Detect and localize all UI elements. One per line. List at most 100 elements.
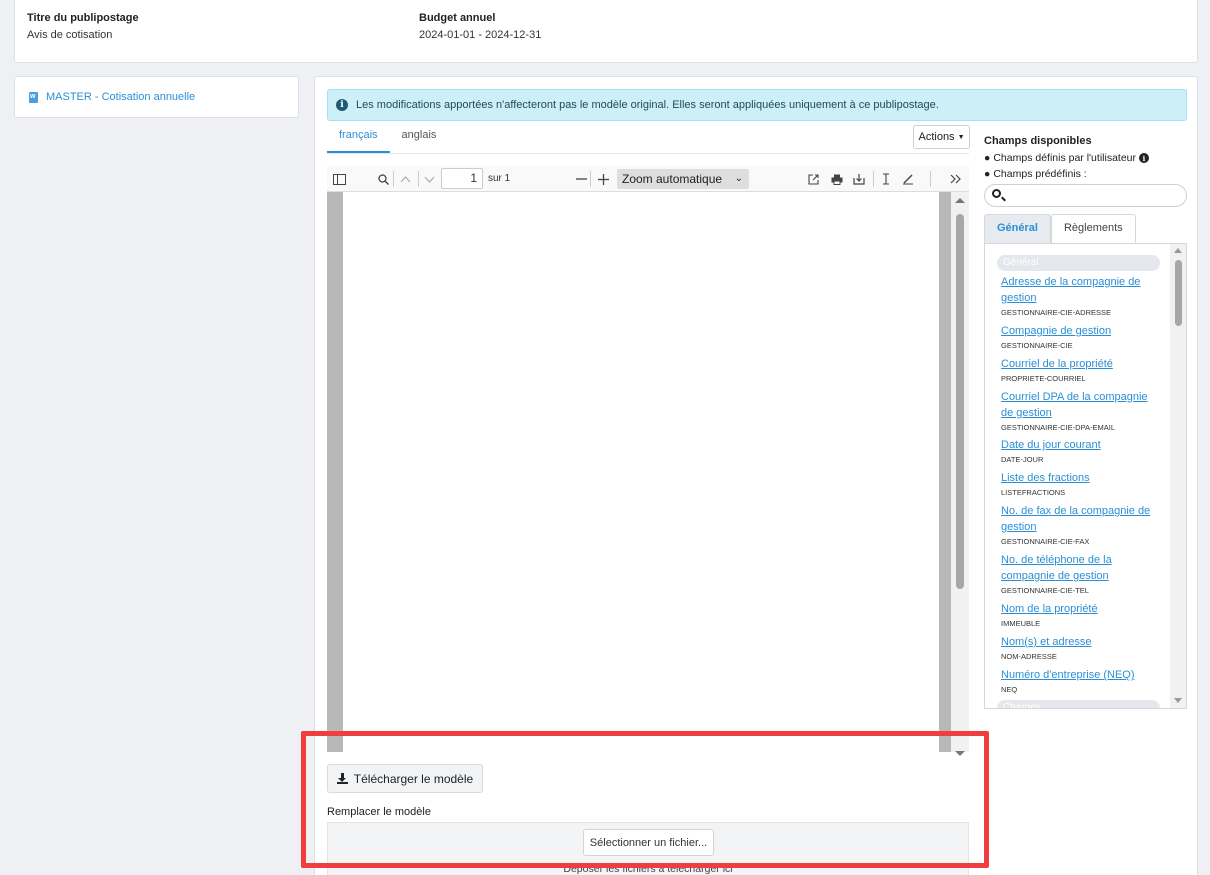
open-external-icon[interactable] [803, 169, 823, 189]
actions-dropdown-button[interactable]: Actions ▼ [913, 125, 970, 149]
save-download-icon[interactable] [849, 169, 869, 189]
legend-predefined-label: Champs prédéfinis : [993, 168, 1087, 180]
group-header-next: Charges [997, 700, 1160, 708]
toolbar-separator [930, 171, 931, 187]
fields-list-scrollbar-thumb[interactable] [1175, 260, 1182, 326]
bullet: ● [984, 152, 991, 164]
previous-page-icon[interactable] [395, 169, 415, 189]
field-link[interactable]: Liste des fractions [1001, 470, 1161, 486]
legend-user-defined: ● Champs définis par l'utilisateur i [984, 152, 1149, 164]
legend-predefined: ● Champs prédéfinis : [984, 168, 1087, 180]
budget-label: Budget annuel [419, 12, 496, 24]
field-link[interactable]: Adresse de la compagnie de gestion [1001, 274, 1161, 306]
fields-list: Général Adresse de la compagnie de gesti… [984, 243, 1187, 709]
search-icon [992, 189, 1001, 198]
alert-text: Les modifications apportées n'affecteron… [356, 99, 939, 111]
budget-value: 2024-01-01 - 2024-12-31 [419, 29, 542, 41]
title-value: Avis de cotisation [27, 29, 113, 41]
toolbar-separator [873, 171, 874, 187]
field-link[interactable]: Courriel DPA de la compagnie de gestion [1001, 389, 1161, 421]
field-code: GESTIONNAIRE-CIE-ADRESSE [1001, 308, 1112, 317]
list-item: Nom(s) et adresse NOM-ADRESSE [1001, 634, 1161, 661]
pdf-viewer-area [327, 192, 969, 756]
list-item: Liste des fractions LISTEFRACTIONS [1001, 470, 1161, 497]
legend-user-label: Champs définis par l'utilisateur [993, 152, 1136, 164]
sidebar-toggle-icon[interactable] [329, 169, 349, 189]
list-item: Numéro d'entreprise (NEQ) NEQ [1001, 667, 1161, 694]
list-item: Courriel DPA de la compagnie de gestion … [1001, 389, 1161, 432]
field-code: DATE-JOUR [1001, 455, 1044, 464]
template-item-master[interactable]: MASTER - Cotisation annuelle [29, 91, 195, 103]
tab-reglements[interactable]: Règlements [1050, 214, 1136, 243]
list-item: Adresse de la compagnie de gestion GESTI… [1001, 274, 1161, 317]
fields-panel-title: Champs disponibles [984, 135, 1092, 147]
tab-anglais[interactable]: anglais [390, 124, 449, 153]
group-header-general: Général [997, 255, 1160, 271]
field-link[interactable]: Nom de la propriété [1001, 601, 1161, 617]
fields-list-scrollbar[interactable] [1170, 244, 1186, 708]
list-item: Courriel de la propriété PROPRIETE-COURR… [1001, 356, 1161, 383]
chevron-down-icon: ⌄ [734, 173, 743, 184]
field-code: GESTIONNAIRE-CIE-FAX [1001, 537, 1090, 546]
field-link[interactable]: Nom(s) et adresse [1001, 634, 1161, 650]
field-code: GESTIONNAIRE-CIE [1001, 341, 1073, 350]
tab-general[interactable]: Général [984, 214, 1051, 243]
info-icon: i [336, 99, 348, 111]
pdf-scrollbar[interactable] [951, 192, 969, 756]
scroll-down-arrow-icon[interactable] [1174, 698, 1182, 703]
language-tabs: français anglais [327, 124, 969, 154]
field-code: NOM-ADRESSE [1001, 652, 1057, 661]
highlight-box [301, 731, 989, 868]
field-code: GESTIONNAIRE-CIE-TEL [1001, 586, 1089, 595]
word-document-icon [29, 91, 38, 103]
field-code: PROPRIETE-COURRIEL [1001, 374, 1086, 383]
title-field: Titre du publipostage Avis de cotisation [27, 12, 139, 41]
zoom-out-icon[interactable] [571, 169, 591, 189]
page-number-input[interactable]: 1 [441, 168, 483, 189]
field-link[interactable]: Courriel de la propriété [1001, 356, 1161, 372]
zoom-select[interactable]: Zoom automatique ⌄ [617, 169, 749, 189]
list-item: Compagnie de gestion GESTIONNAIRE-CIE [1001, 323, 1161, 350]
field-link[interactable]: No. de téléphone de la compagnie de gest… [1001, 552, 1161, 584]
actions-label: Actions [918, 131, 955, 143]
tab-francais[interactable]: français [327, 124, 390, 153]
field-code: LISTEFRACTIONS [1001, 488, 1066, 497]
field-code: GESTIONNAIRE-CIE-DPA-EMAIL [1001, 423, 1116, 432]
template-list: MASTER - Cotisation annuelle [14, 76, 299, 118]
toolbar-separator [393, 171, 394, 187]
template-item-label: MASTER - Cotisation annuelle [46, 91, 196, 103]
list-item: No. de fax de la compagnie de gestion GE… [1001, 503, 1161, 546]
list-item: Nom de la propriété IMMEUBLE [1001, 601, 1161, 628]
draw-pen-icon[interactable] [898, 169, 918, 189]
caret-down-icon: ▼ [957, 133, 965, 141]
scroll-up-arrow-icon[interactable] [1174, 248, 1182, 253]
list-item: Date du jour courant DATE-JOUR [1001, 437, 1161, 464]
publipostage-header: Titre du publipostage Avis de cotisation… [14, 0, 1198, 63]
find-icon[interactable] [373, 169, 393, 189]
page-count: sur 1 [488, 173, 511, 184]
list-item: No. de téléphone de la compagnie de gest… [1001, 552, 1161, 595]
pdf-scrollbar-thumb[interactable] [956, 214, 964, 589]
field-link[interactable]: Date du jour courant [1001, 437, 1161, 453]
budget-field: Budget annuel 2024-01-01 - 2024-12-31 [419, 12, 541, 41]
info-alert: i Les modifications apportées n'affecter… [327, 89, 1187, 121]
zoom-in-icon[interactable] [593, 169, 613, 189]
bullet: ● [984, 168, 991, 180]
field-code: NEQ [1001, 685, 1018, 694]
title-label: Titre du publipostage [27, 12, 139, 24]
print-icon[interactable] [827, 169, 847, 189]
field-link[interactable]: Compagnie de gestion [1001, 323, 1161, 339]
scroll-up-arrow-icon[interactable] [955, 198, 965, 203]
double-chevron-right-icon[interactable] [945, 169, 965, 189]
info-icon[interactable]: i [1139, 153, 1149, 163]
pdf-toolbar: 1 sur 1 Zoom automatique ⌄ [327, 166, 969, 192]
next-page-icon[interactable] [419, 169, 439, 189]
fields-search-input[interactable] [984, 184, 1187, 207]
zoom-value: Zoom automatique [622, 172, 723, 186]
field-link[interactable]: Numéro d'entreprise (NEQ) [1001, 667, 1161, 683]
toolbar-separator [590, 171, 591, 187]
field-link[interactable]: No. de fax de la compagnie de gestion [1001, 503, 1161, 535]
fields-tabs: Général Règlements [984, 214, 1136, 243]
text-cursor-icon[interactable] [876, 169, 896, 189]
pdf-page [343, 192, 939, 752]
